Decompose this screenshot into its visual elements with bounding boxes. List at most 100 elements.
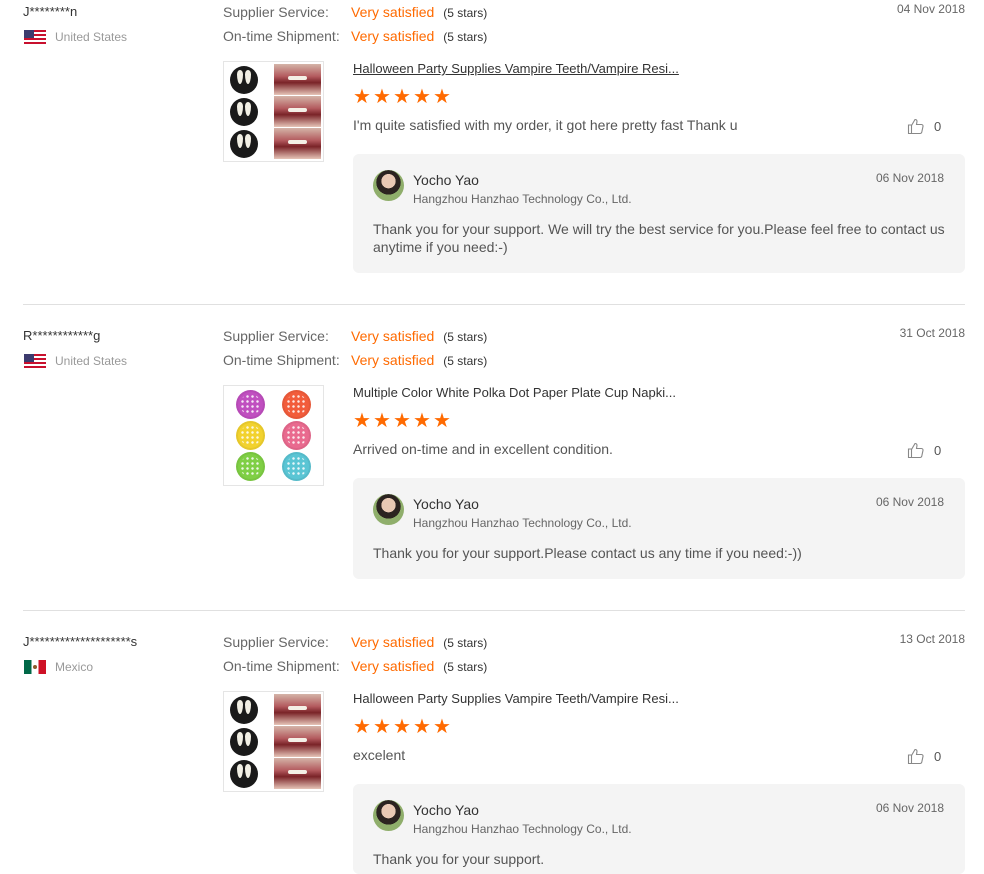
plate bbox=[282, 452, 312, 481]
star-icon: ★ bbox=[413, 716, 431, 738]
reply-date: 06 Nov 2018 bbox=[875, 801, 944, 815]
shipment-stars: (5 stars) bbox=[443, 354, 488, 368]
supplier-service-value: Very satisfied bbox=[351, 4, 435, 20]
helpful-button[interactable]: 0 bbox=[907, 441, 941, 459]
helpful-count: 0 bbox=[934, 748, 942, 764]
plate bbox=[235, 390, 265, 419]
review-divider bbox=[23, 610, 965, 611]
shipment-label: On-time Shipment: bbox=[223, 658, 340, 674]
product-thumbnail[interactable] bbox=[223, 385, 324, 486]
star-icon: ★ bbox=[373, 716, 391, 738]
star-icon: ★ bbox=[433, 716, 451, 738]
thumbs-up-icon bbox=[907, 442, 924, 459]
shipment-value: Very satisfied bbox=[351, 28, 435, 44]
star-icon: ★ bbox=[353, 410, 371, 432]
buyer-name: J********n bbox=[23, 4, 78, 19]
star-icon: ★ bbox=[433, 86, 451, 108]
helpful-count: 0 bbox=[934, 118, 942, 134]
plate bbox=[282, 421, 312, 450]
star-icon: ★ bbox=[353, 716, 371, 738]
star-icon: ★ bbox=[413, 86, 431, 108]
shipment-rating: On-time Shipment: Very satisfied (5 star… bbox=[223, 658, 487, 674]
seller-avatar bbox=[373, 800, 404, 831]
star-icon: ★ bbox=[433, 410, 451, 432]
seller-name: Yocho Yao bbox=[413, 172, 479, 188]
seller-name: Yocho Yao bbox=[413, 802, 479, 818]
review-date: 31 Oct 2018 bbox=[899, 326, 965, 340]
supplier-service-value: Very satisfied bbox=[351, 328, 435, 344]
supplier-service-label: Supplier Service: bbox=[223, 634, 329, 650]
reply-text: Thank you for your support. We will try … bbox=[373, 221, 945, 255]
shipment-value: Very satisfied bbox=[351, 658, 435, 674]
us-flag-icon bbox=[24, 30, 46, 44]
product-link[interactable]: Halloween Party Supplies Vampire Teeth/V… bbox=[353, 691, 679, 706]
supplier-service-value: Very satisfied bbox=[351, 634, 435, 650]
shipment-stars: (5 stars) bbox=[443, 660, 488, 674]
shipment-stars: (5 stars) bbox=[443, 30, 488, 44]
seller-company: Hangzhou Hanzhao Technology Co., Ltd. bbox=[413, 192, 632, 206]
product-thumbnail[interactable] bbox=[223, 61, 324, 162]
supplier-service-stars: (5 stars) bbox=[443, 330, 488, 344]
seller-avatar bbox=[373, 170, 404, 201]
plate bbox=[282, 390, 312, 419]
plate bbox=[235, 452, 265, 481]
product-thumbnail[interactable] bbox=[223, 691, 324, 792]
country-name: Mexico bbox=[55, 660, 94, 674]
star-icon: ★ bbox=[373, 410, 391, 432]
review-date: 04 Nov 2018 bbox=[896, 2, 965, 16]
seller-reply: Yocho Yao Hangzhou Hanzhao Technology Co… bbox=[353, 784, 965, 874]
star-icon: ★ bbox=[413, 410, 431, 432]
buyer-country: Mexico bbox=[24, 660, 93, 674]
star-icon: ★ bbox=[393, 716, 411, 738]
feedback-text: excelent bbox=[353, 747, 406, 763]
buyer-name: J********************s bbox=[23, 634, 138, 649]
rating-stars: ★ ★ ★ ★ ★ bbox=[353, 410, 452, 432]
product-link[interactable]: Halloween Party Supplies Vampire Teeth/V… bbox=[353, 61, 679, 76]
shipment-rating: On-time Shipment: Very satisfied (5 star… bbox=[223, 352, 487, 368]
feedback-text: Arrived on-time and in excellent conditi… bbox=[353, 441, 613, 457]
seller-company: Hangzhou Hanzhao Technology Co., Ltd. bbox=[413, 516, 632, 530]
shipment-label: On-time Shipment: bbox=[223, 28, 340, 44]
helpful-button[interactable]: 0 bbox=[907, 747, 941, 765]
star-icon: ★ bbox=[393, 410, 411, 432]
country-name: United States bbox=[55, 30, 128, 44]
supplier-service-rating: Supplier Service: Very satisfied (5 star… bbox=[223, 634, 487, 650]
review-date: 13 Oct 2018 bbox=[899, 632, 965, 646]
buyer-name: R************g bbox=[23, 328, 101, 343]
thumbs-up-icon bbox=[907, 118, 924, 135]
us-flag-icon bbox=[24, 354, 46, 368]
buyer-country: United States bbox=[24, 30, 127, 44]
seller-reply: Yocho Yao Hangzhou Hanzhao Technology Co… bbox=[353, 478, 965, 579]
mexico-flag-icon bbox=[24, 660, 46, 674]
reply-text: Thank you for your support.Please contac… bbox=[373, 545, 802, 561]
supplier-service-stars: (5 stars) bbox=[443, 6, 488, 20]
helpful-button[interactable]: 0 bbox=[907, 117, 941, 135]
seller-name: Yocho Yao bbox=[413, 496, 479, 512]
country-name: United States bbox=[55, 354, 128, 368]
supplier-service-label: Supplier Service: bbox=[223, 328, 329, 344]
seller-reply: Yocho Yao Hangzhou Hanzhao Technology Co… bbox=[353, 154, 965, 273]
shipment-value: Very satisfied bbox=[351, 352, 435, 368]
star-icon: ★ bbox=[353, 86, 371, 108]
seller-company: Hangzhou Hanzhao Technology Co., Ltd. bbox=[413, 822, 632, 836]
product-link[interactable]: Multiple Color White Polka Dot Paper Pla… bbox=[353, 385, 676, 400]
supplier-service-stars: (5 stars) bbox=[443, 636, 488, 650]
reply-text: Thank you for your support. bbox=[373, 851, 545, 867]
rating-stars: ★ ★ ★ ★ ★ bbox=[353, 86, 452, 108]
rating-stars: ★ ★ ★ ★ ★ bbox=[353, 716, 452, 738]
plate bbox=[235, 421, 265, 450]
supplier-service-rating: Supplier Service: Very satisfied (5 star… bbox=[223, 4, 487, 20]
helpful-count: 0 bbox=[934, 442, 942, 458]
shipment-label: On-time Shipment: bbox=[223, 352, 340, 368]
star-icon: ★ bbox=[373, 86, 391, 108]
reply-date: 06 Nov 2018 bbox=[875, 171, 944, 185]
supplier-service-rating: Supplier Service: Very satisfied (5 star… bbox=[223, 328, 487, 344]
reply-date: 06 Nov 2018 bbox=[875, 495, 944, 509]
feedback-text: I'm quite satisfied with my order, it go… bbox=[353, 117, 738, 133]
buyer-country: United States bbox=[24, 354, 127, 368]
review-divider bbox=[23, 304, 965, 305]
star-icon: ★ bbox=[393, 86, 411, 108]
supplier-service-label: Supplier Service: bbox=[223, 4, 329, 20]
thumbs-up-icon bbox=[907, 748, 924, 765]
plates-image bbox=[228, 390, 319, 481]
